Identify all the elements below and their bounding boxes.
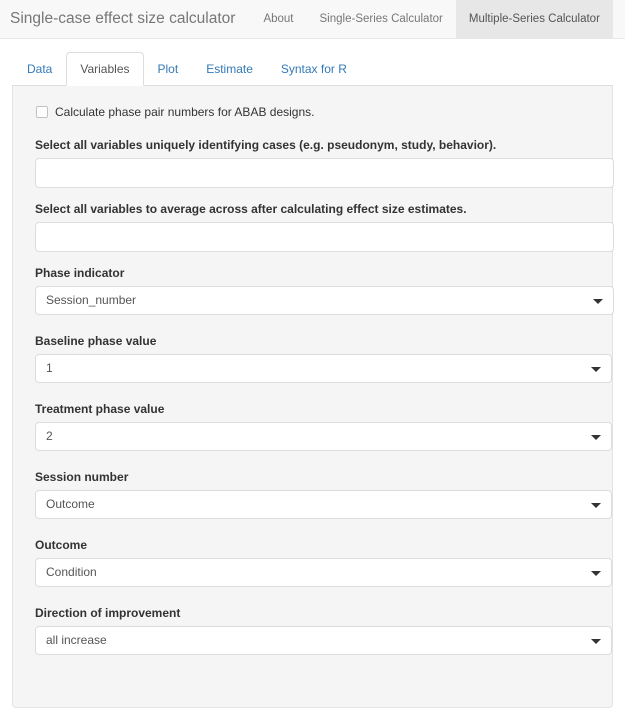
treatment-phase-label: Treatment phase value xyxy=(35,402,165,416)
tab-variables[interactable]: Variables xyxy=(66,51,144,86)
abab-checkbox-row: Calculate phase pair numbers for ABAB de… xyxy=(25,103,600,119)
average-variables-field: Select all variables to average across a… xyxy=(25,202,614,252)
chevron-down-icon xyxy=(591,435,601,440)
tab-estimate[interactable]: Estimate xyxy=(192,52,267,86)
chevron-down-icon xyxy=(593,299,603,304)
baseline-phase-field: Baseline phase value 1 xyxy=(25,334,612,383)
outcome-field: Outcome Condition xyxy=(25,538,612,587)
variables-panel: Calculate phase pair numbers for ABAB de… xyxy=(12,86,614,708)
navbar-brand[interactable]: Single-case effect size calculator xyxy=(0,0,250,38)
tab-plot[interactable]: Plot xyxy=(144,52,193,86)
tab-syntax-for-r[interactable]: Syntax for R xyxy=(267,52,361,86)
direction-of-improvement-select[interactable]: all increase xyxy=(35,626,612,655)
baseline-phase-label: Baseline phase value xyxy=(35,334,157,348)
average-variables-label: Select all variables to average across a… xyxy=(35,202,467,216)
phase-indicator-field: Phase indicator Session_number xyxy=(25,266,614,315)
nav-item-single-series-calculator[interactable]: Single-Series Calculator xyxy=(307,0,456,38)
baseline-phase-value: 1 xyxy=(46,361,53,375)
chevron-down-icon xyxy=(591,571,601,576)
session-number-label: Session number xyxy=(35,470,129,484)
tab-data[interactable]: Data xyxy=(13,52,66,86)
phase-indicator-value: Session_number xyxy=(46,293,137,307)
case-variables-input[interactable] xyxy=(35,158,614,188)
outcome-select[interactable]: Condition xyxy=(35,558,612,587)
chevron-down-icon xyxy=(591,503,601,508)
session-number-select[interactable]: Outcome xyxy=(35,490,612,519)
direction-of-improvement-field: Direction of improvement all increase xyxy=(25,606,612,655)
phase-indicator-select[interactable]: Session_number xyxy=(35,286,614,315)
tab-strip: Data Variables Plot Estimate Syntax for … xyxy=(12,51,613,86)
navbar: Single-case effect size calculator About… xyxy=(0,0,625,39)
phase-indicator-label: Phase indicator xyxy=(35,266,125,280)
navbar-menu: About Single-Series Calculator Multiple-… xyxy=(250,0,613,38)
abab-checkbox[interactable] xyxy=(36,106,48,118)
average-variables-input[interactable] xyxy=(35,222,614,252)
direction-of-improvement-label: Direction of improvement xyxy=(35,606,181,620)
case-variables-label: Select all variables uniquely identifyin… xyxy=(35,138,497,152)
outcome-label: Outcome xyxy=(35,538,88,552)
abab-checkbox-label[interactable]: Calculate phase pair numbers for ABAB de… xyxy=(55,105,314,119)
session-number-field: Session number Outcome xyxy=(25,470,612,519)
case-variables-field: Select all variables uniquely identifyin… xyxy=(25,138,614,188)
baseline-phase-select[interactable]: 1 xyxy=(35,354,612,383)
outcome-value: Condition xyxy=(46,565,97,579)
chevron-down-icon xyxy=(591,639,601,644)
session-number-value: Outcome xyxy=(46,497,95,511)
tab-strip-container: Data Variables Plot Estimate Syntax for … xyxy=(0,39,625,86)
treatment-phase-field: Treatment phase value 2 xyxy=(25,402,612,451)
treatment-phase-select[interactable]: 2 xyxy=(35,422,612,451)
chevron-down-icon xyxy=(591,367,601,372)
direction-of-improvement-value: all increase xyxy=(46,633,107,647)
nav-item-multiple-series-calculator[interactable]: Multiple-Series Calculator xyxy=(455,0,613,38)
treatment-phase-value: 2 xyxy=(46,429,53,443)
nav-item-about[interactable]: About xyxy=(250,0,306,38)
